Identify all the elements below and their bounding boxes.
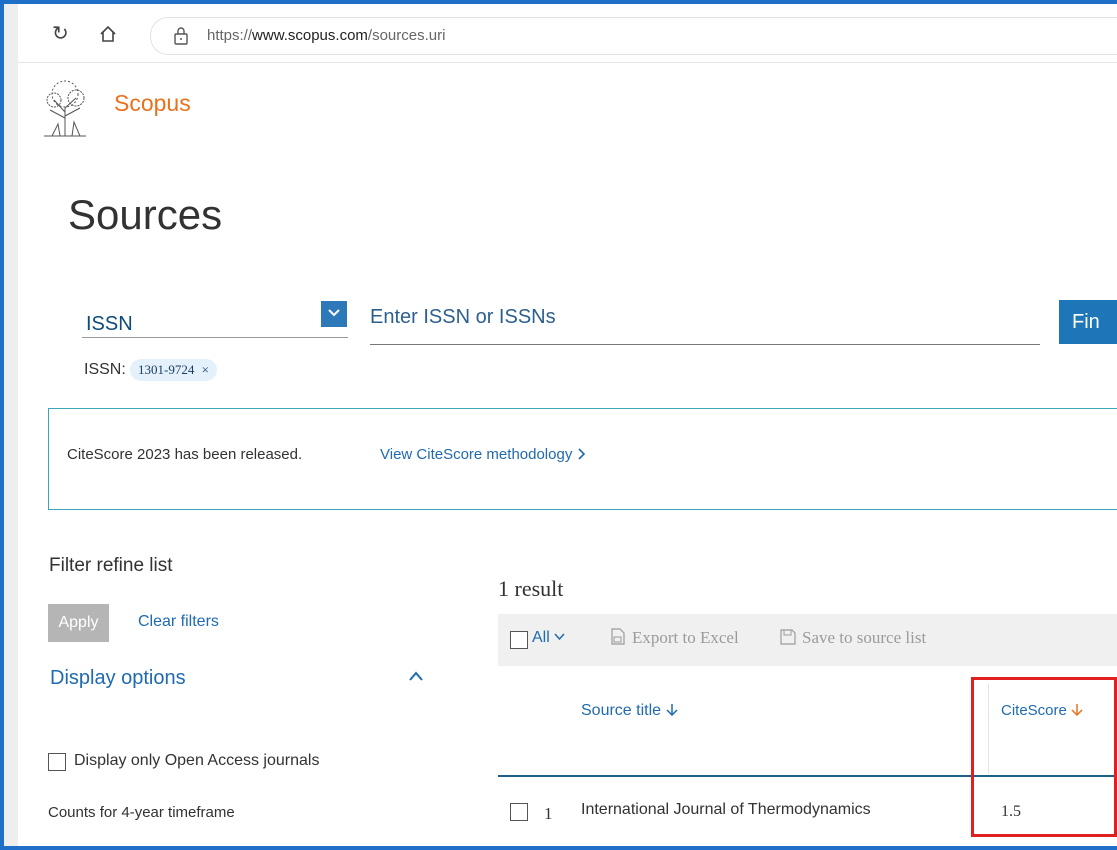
apply-button[interactable]: Apply bbox=[48, 604, 109, 642]
open-access-label: Display only Open Access journals bbox=[74, 752, 320, 769]
scopus-brand[interactable]: Scopus bbox=[114, 90, 191, 117]
sort-source-title[interactable]: Source title bbox=[581, 702, 678, 720]
counts-timeframe-label: Counts for 4-year timeframe bbox=[48, 804, 235, 821]
home-icon[interactable] bbox=[98, 24, 118, 48]
chevron-right-icon bbox=[577, 448, 585, 460]
chevron-down-icon[interactable] bbox=[321, 301, 347, 327]
arrow-down-icon bbox=[665, 704, 678, 717]
search-field-select[interactable]: ISSN bbox=[86, 313, 133, 336]
results-toolbar: All Export to Excel Save to source list bbox=[498, 614, 1117, 666]
input-underline bbox=[370, 344, 1040, 345]
elsevier-logo[interactable] bbox=[38, 78, 92, 138]
screenshot-frame: ↻ https://www.scopus.com/sources.uri Sco… bbox=[0, 0, 1117, 850]
address-bar[interactable]: https://www.scopus.com/sources.uri bbox=[150, 17, 1117, 55]
filter-refine-title: Filter refine list bbox=[49, 555, 173, 576]
source-title-link[interactable]: International Journal of Thermodynamics bbox=[581, 801, 871, 819]
select-all-checkbox[interactable] bbox=[510, 631, 528, 649]
save-to-source-list-button[interactable]: Save to source list bbox=[780, 628, 926, 648]
chevron-down-icon bbox=[554, 633, 565, 641]
result-count: 1 result bbox=[498, 576, 564, 601]
red-highlight-box bbox=[971, 677, 1117, 837]
save-icon bbox=[780, 629, 796, 645]
banner-text: CiteScore 2023 has been released. bbox=[67, 446, 303, 463]
issn-search-input[interactable]: Enter ISSN or ISSNs bbox=[370, 306, 556, 329]
browser-toolbar: ↻ https://www.scopus.com/sources.uri bbox=[18, 4, 1117, 63]
page-title: Sources bbox=[68, 191, 223, 238]
open-access-checkbox[interactable] bbox=[48, 753, 66, 771]
select-all-dropdown[interactable]: All bbox=[532, 629, 565, 647]
chip-value: 1301-9724 bbox=[138, 362, 195, 377]
clear-filters-link[interactable]: Clear filters bbox=[138, 613, 219, 631]
refresh-icon[interactable]: ↻ bbox=[52, 24, 69, 44]
citescore-banner: CiteScore 2023 has been released. View C… bbox=[48, 408, 1117, 510]
chevron-up-icon[interactable] bbox=[408, 669, 424, 687]
display-options-toggle[interactable]: Display options bbox=[50, 667, 186, 690]
issn-filter-chip[interactable]: 1301-9724 × bbox=[130, 359, 217, 381]
export-to-excel-button[interactable]: Export to Excel bbox=[610, 628, 739, 648]
close-icon[interactable]: × bbox=[202, 362, 209, 377]
select-underline bbox=[82, 337, 348, 338]
page-info-icon[interactable] bbox=[173, 27, 189, 50]
browser-viewport: ↻ https://www.scopus.com/sources.uri Sco… bbox=[18, 4, 1117, 846]
row-number: 1 bbox=[544, 804, 553, 823]
citescore-methodology-link[interactable]: View CiteScore methodology bbox=[380, 446, 586, 463]
excel-icon bbox=[611, 628, 625, 645]
chip-label: ISSN: bbox=[84, 361, 126, 378]
find-sources-button[interactable]: Fin bbox=[1059, 300, 1117, 344]
url-text: https://www.scopus.com/sources.uri bbox=[207, 27, 446, 44]
row-checkbox[interactable] bbox=[510, 803, 528, 821]
